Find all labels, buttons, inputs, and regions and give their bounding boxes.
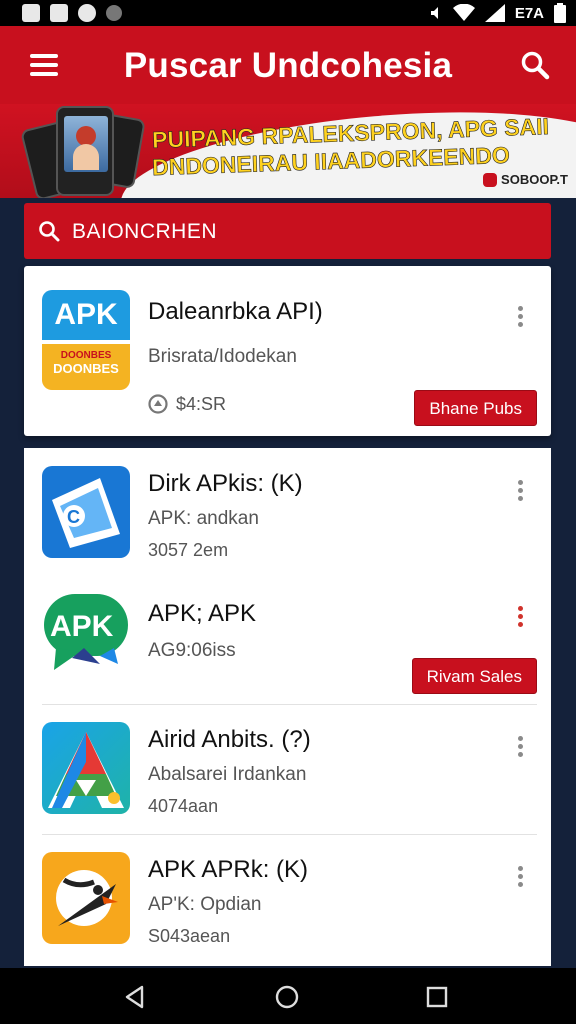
battery-icon xyxy=(554,3,566,23)
app-title: Puscar Undcohesia xyxy=(123,46,453,85)
search-icon[interactable] xyxy=(520,50,550,80)
home-icon[interactable] xyxy=(274,984,300,1010)
phone-screen xyxy=(64,116,108,172)
apk-chat-icon-label: APK xyxy=(50,610,114,643)
back-icon[interactable] xyxy=(122,984,148,1010)
navigation-bar xyxy=(0,968,576,1024)
svg-text:C: C xyxy=(67,507,80,527)
apk-chat-icon: APK xyxy=(42,592,130,684)
app-subtitle: AG9:06iss xyxy=(148,640,236,661)
app-bar: Puscar Undcohesia xyxy=(0,26,576,104)
action-button[interactable]: Bhane Pubs xyxy=(414,390,537,426)
apk-file-icon: C xyxy=(42,466,130,558)
apk-icon-caption-top: DOONBES xyxy=(60,350,112,361)
dot-icon xyxy=(106,5,122,21)
list-item[interactable]: Airid Anbits. (?) Abalsarei Irdankan 407… xyxy=(24,704,551,834)
apk-icon-label: APK xyxy=(42,290,130,340)
section-label: BAIONCRHEN xyxy=(72,220,218,243)
action-button[interactable]: Rivam Sales xyxy=(411,658,537,694)
apk-icon: APK DOONBES DOONBES xyxy=(42,290,130,390)
clock-icon xyxy=(148,394,168,414)
more-options-icon[interactable] xyxy=(515,864,525,890)
vpn-icon xyxy=(50,4,68,22)
apk-icon-caption: DOONBES DOONBES xyxy=(42,344,130,390)
battery-text: E7A xyxy=(514,4,544,22)
hamburger-icon[interactable] xyxy=(28,52,62,78)
list-item[interactable]: C Dirk APkis: (K) APK: andkan 3057 2em xyxy=(24,448,551,578)
list-item[interactable]: APK APRk: (K) AP'K: Opdian S043aean xyxy=(24,834,551,964)
bird-logo-icon xyxy=(42,852,130,944)
app-subtitle: APK: andkan xyxy=(148,508,259,529)
app-name: APK APRk: (K) xyxy=(148,856,309,883)
avatar xyxy=(76,126,96,146)
app-list-card: C Dirk APkis: (K) APK: andkan 3057 2em A… xyxy=(24,448,551,966)
app-name: Airid Anbits. (?) xyxy=(148,726,311,753)
app-meta: 4074aan xyxy=(148,796,219,816)
recents-icon[interactable] xyxy=(424,984,450,1010)
wifi-icon xyxy=(452,4,475,21)
app-meta: S043aean xyxy=(148,926,231,946)
app-subtitle: Abalsarei Irdankan xyxy=(148,764,307,785)
brand-name: SOBOOP.T xyxy=(501,172,568,187)
avatar xyxy=(73,144,99,170)
app-list: APK DOONBES DOONBES Daleanrbka API) Bris… xyxy=(24,266,551,966)
status-bar: E7A xyxy=(0,0,576,26)
more-options-icon[interactable] xyxy=(515,478,525,504)
more-options-icon[interactable] xyxy=(515,604,525,630)
signal-icon xyxy=(484,4,505,22)
apk-icon-caption-bottom: DOONBES xyxy=(53,361,119,376)
app-name: Daleanrbka API) xyxy=(148,298,323,325)
banner-brand: SOBOOP.T xyxy=(483,172,568,187)
section-header[interactable]: BAIONCRHEN xyxy=(24,203,551,259)
promo-banner[interactable]: PUIPANG RPALEKSPRON, APG SAII DNDONEIRAU… xyxy=(0,104,576,198)
message-icon xyxy=(78,4,96,22)
featured-app-card[interactable]: APK DOONBES DOONBES Daleanrbka API) Bris… xyxy=(24,266,551,436)
more-options-icon[interactable] xyxy=(515,734,525,760)
more-options-icon[interactable] xyxy=(515,304,525,330)
app-subtitle: Brisrata/Idodekan xyxy=(148,346,297,367)
app-meta: 3057 2em xyxy=(148,540,229,560)
list-item[interactable]: APK APK; APK AG9:06iss Rivam Sales xyxy=(24,578,551,708)
app-meta: $4:SR xyxy=(176,394,227,414)
search-icon xyxy=(39,221,60,242)
app-name: APK; APK xyxy=(148,600,257,627)
mute-icon xyxy=(430,7,438,19)
a-logo-icon xyxy=(42,722,130,814)
app-subtitle: AP'K: Opdian xyxy=(148,894,262,915)
phone-image xyxy=(56,106,114,196)
app-name: Dirk APkis: (K) xyxy=(148,470,303,497)
brand-logo-icon xyxy=(483,172,498,187)
gallery-icon xyxy=(22,4,40,22)
